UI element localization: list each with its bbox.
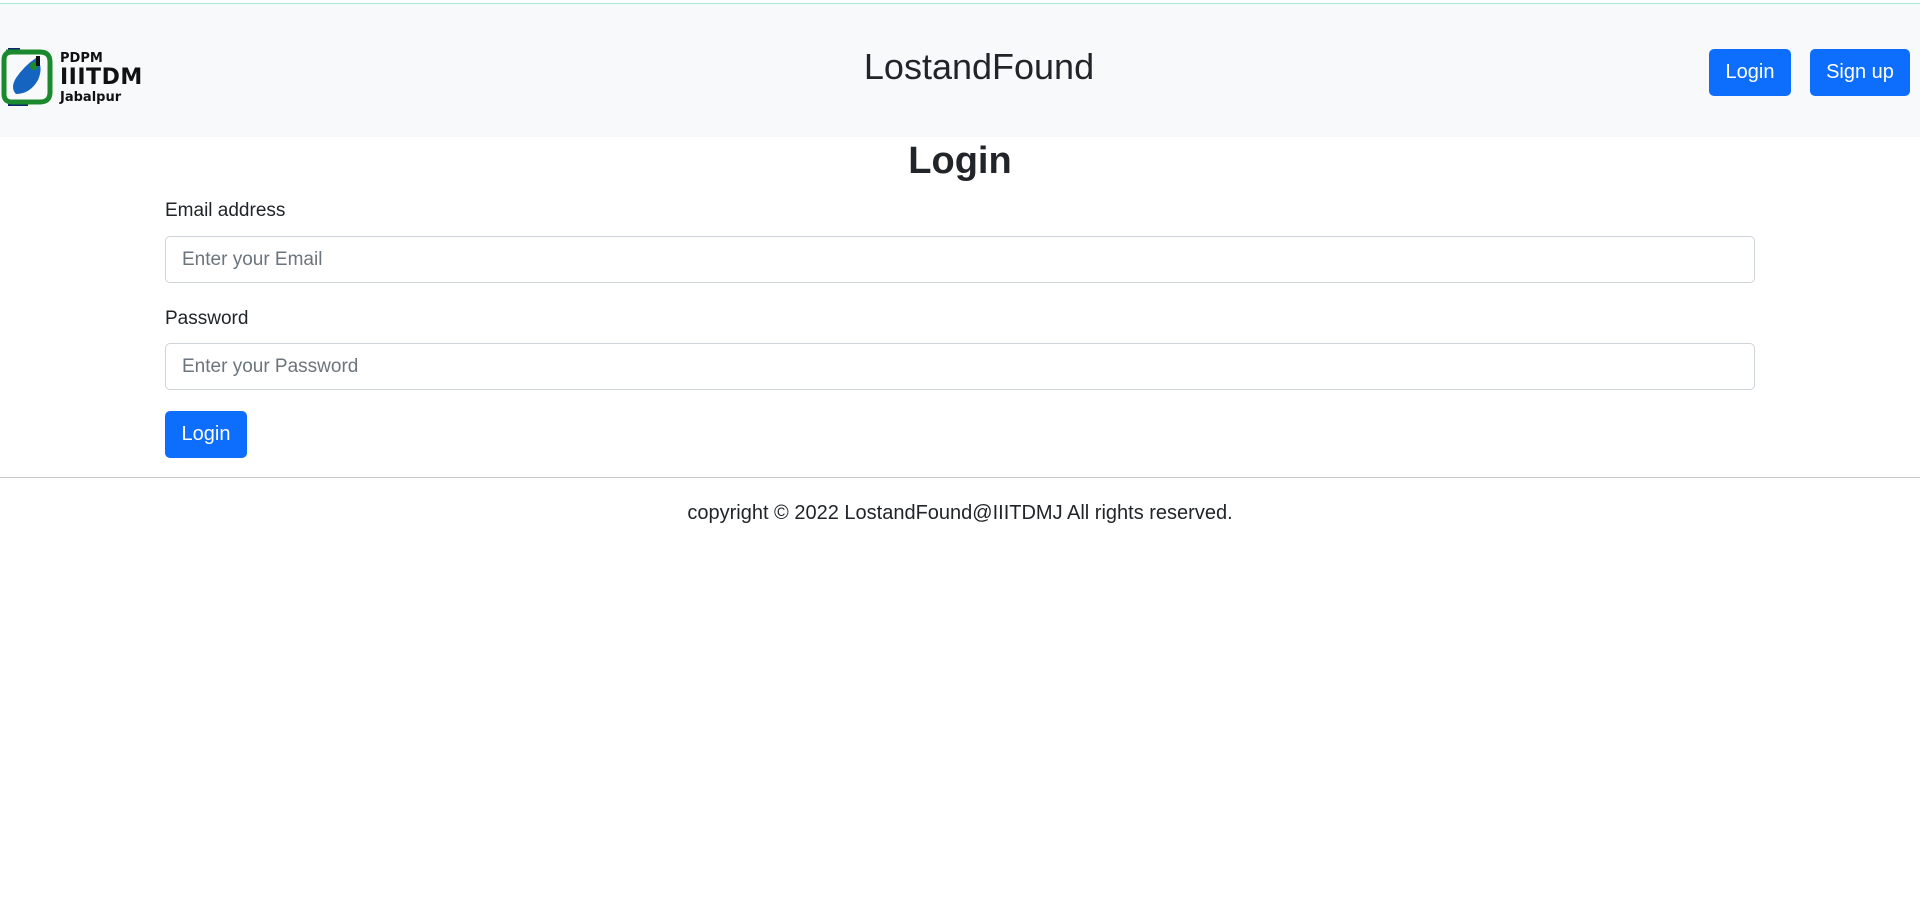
email-field[interactable] xyxy=(165,236,1755,283)
footer-divider xyxy=(0,477,1920,478)
footer-copyright: copyright © 2022 LostandFound@IIITDMJ Al… xyxy=(687,502,1233,524)
page-title: Login xyxy=(908,140,1012,182)
login-submit-button[interactable]: Login xyxy=(165,411,247,458)
logo-emblem-icon xyxy=(1,48,53,106)
nav-signup-button[interactable]: Sign up xyxy=(1810,49,1910,96)
logo-line-2: IIITDM xyxy=(60,65,143,90)
password-field[interactable] xyxy=(165,343,1755,390)
email-label: Email address xyxy=(165,200,286,221)
nav-login-button[interactable]: Login xyxy=(1709,49,1791,96)
navbar: PDPM IIITDM Jabalpur Login Sign up xyxy=(0,4,1920,137)
logo-line-1: PDPM xyxy=(60,51,103,66)
institute-logo[interactable]: PDPM IIITDM Jabalpur xyxy=(0,48,155,108)
password-label: Password xyxy=(165,308,249,329)
logo-wordmark: PDPM IIITDM Jabalpur xyxy=(60,52,143,104)
logo-line-3: Jabalpur xyxy=(60,90,122,105)
